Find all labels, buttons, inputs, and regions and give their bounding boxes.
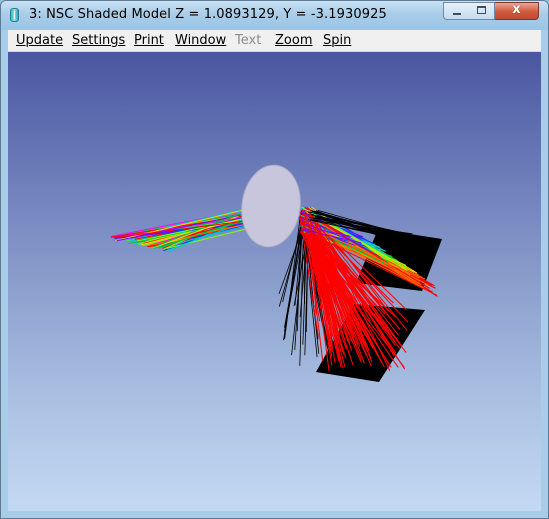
3d-viewport[interactable] <box>8 52 541 511</box>
app-window: 3: NSC Shaded Model Z = 1.0893129, Y = -… <box>0 0 549 519</box>
title-bar[interactable]: 3: NSC Shaded Model Z = 1.0893129, Y = -… <box>1 1 548 30</box>
app-icon[interactable] <box>10 8 19 22</box>
menu-window[interactable]: Window <box>175 33 226 48</box>
close-button[interactable]: x <box>495 2 539 20</box>
minimize-icon <box>453 13 461 15</box>
scene-canvas <box>110 164 442 382</box>
minimize-button[interactable] <box>443 2 470 20</box>
menu-bar: Update Settings Print Window Text Zoom S… <box>8 30 541 52</box>
menu-settings[interactable]: Settings <box>72 33 125 48</box>
window-title: 3: NSC Shaded Model Z = 1.0893129, Y = -… <box>29 7 387 22</box>
close-icon: x <box>512 2 521 17</box>
lens-element <box>241 164 301 248</box>
maximize-button[interactable] <box>469 2 495 20</box>
menu-update[interactable]: Update <box>16 33 63 48</box>
menu-print[interactable]: Print <box>134 33 164 48</box>
menu-zoom[interactable]: Zoom <box>275 33 312 48</box>
menu-text: Text <box>235 33 262 48</box>
menu-spin[interactable]: Spin <box>323 33 351 48</box>
maximize-icon <box>477 6 486 14</box>
